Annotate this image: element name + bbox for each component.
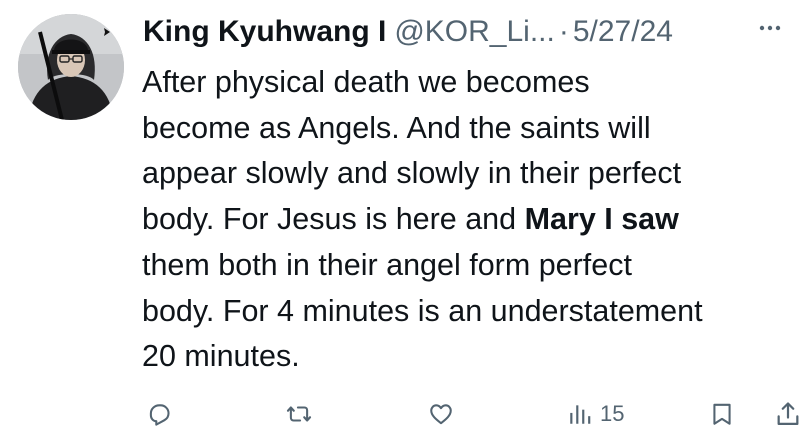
tweet-text: After physical death we becomes become a… [142,60,810,380]
retweet-button[interactable] [286,392,312,436]
share-button[interactable] [774,392,802,436]
views-button[interactable]: 15 [566,392,624,436]
tweet[interactable]: King Kyuhwang I @KOR_Li... · 5/27/24 Aft… [0,0,812,443]
avatar[interactable] [18,14,124,120]
retweet-icon [286,406,312,422]
views-bar-chart-icon [570,405,591,424]
views-count: 15 [600,401,625,426]
more-horizontal-icon [759,25,781,31]
author-handle[interactable]: @KOR_Li... [394,12,555,52]
tweet-header: King Kyuhwang I @KOR_Li... · 5/27/24 [143,12,673,52]
bookmark-button[interactable] [709,392,735,436]
tweet-actions: 15 [0,392,812,436]
more-options-button[interactable] [750,14,790,44]
tweet-text-part2: them both in their angel form perfect bo… [142,247,703,374]
like-button[interactable] [427,392,455,436]
like-heart-icon [430,404,452,425]
share-icon [777,402,799,426]
bookmark-icon [713,403,731,425]
reply-icon [149,404,170,426]
header-separator: · [558,15,569,48]
reply-button[interactable] [146,392,172,436]
tweet-date[interactable]: 5/27/24 [573,12,673,52]
avatar-photo [18,14,124,120]
tweet-text-bold: Mary I saw [524,202,679,237]
author-display-name[interactable]: King Kyuhwang I [143,12,386,52]
